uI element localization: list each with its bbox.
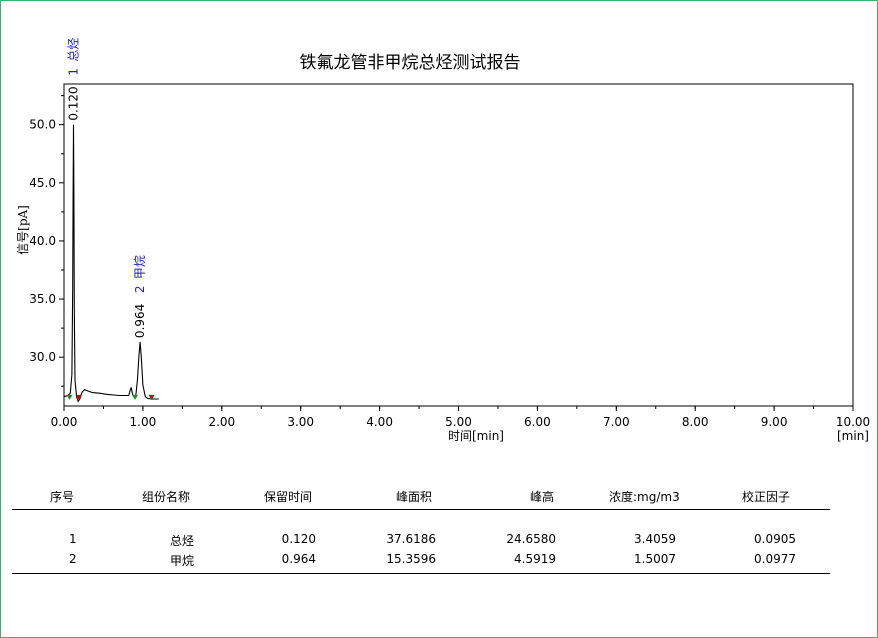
peak-name-label: 甲烷 — [133, 255, 147, 279]
baseline-marker — [132, 394, 139, 400]
cell-concentration: 1.5007 — [634, 552, 676, 566]
x-tick-label: 3.00 — [287, 415, 314, 429]
th-height: 峰高 — [530, 490, 555, 504]
x-tick-label: 0.00 — [51, 415, 78, 429]
x-tick-label: 9.00 — [761, 415, 788, 429]
y-tick-label: 50.0 — [29, 118, 56, 132]
x-axis-label: 时间[min] — [448, 429, 504, 443]
th-component: 组份名称 — [142, 490, 191, 504]
y-tick-label: 35.0 — [29, 292, 56, 306]
cell-factor: 0.0905 — [754, 532, 796, 546]
peak-retention-label: 0.964 — [133, 304, 147, 338]
cell-index: 2 — [69, 552, 77, 566]
table-row: 2 甲烷 0.964 15.3596 4.5919 1.5007 0.0977 — [12, 552, 830, 572]
th-retention: 保留时间 — [264, 490, 313, 504]
th-index: 序号 — [50, 490, 75, 504]
table-row: 1 总烃 0.120 37.6186 24.6580 3.4059 0.0905 — [12, 530, 830, 550]
peak-number-label: 1 — [66, 68, 80, 76]
cell-retention: 0.120 — [281, 532, 316, 546]
baseline-marker — [66, 394, 73, 400]
x-tick-label: 4.00 — [366, 415, 393, 429]
cell-height: 4.5919 — [514, 552, 556, 566]
peak-label-layer: 0.120 1 总烃 0.964 2 甲烷 — [66, 38, 147, 338]
cell-retention: 0.964 — [281, 552, 316, 566]
table-bottom-rule — [12, 573, 830, 574]
chromatogram-chart: 铁氟龙管非甲烷总烃测试报告 0.00 1.00 2.00 3.00 4.00 5.00 6.… — [16, 38, 870, 443]
cell-component: 总烃 — [170, 534, 195, 548]
x-tick-label: 7.00 — [603, 415, 630, 429]
peak-number-label: 2 — [133, 285, 147, 293]
cell-index: 1 — [69, 532, 77, 546]
y-tick-label: 40.0 — [29, 234, 56, 248]
peak-label: 0.120 1 总烃 — [66, 38, 80, 121]
x-tick-label: 10.00 — [836, 415, 870, 429]
table-header: 序号 组份名称 保留时间 峰面积 峰高 浓度:mg/m3 校正因子 — [12, 484, 830, 504]
axes-layer: 0.00 1.00 2.00 3.00 4.00 5.00 6.00 7.00 8.00 9.00… — [29, 95, 870, 429]
y-axis-label: 信号[pA] — [16, 205, 30, 255]
x-tick-label: 8.00 — [682, 415, 709, 429]
peak-retention-label: 0.120 — [66, 86, 80, 120]
cell-area: 37.6186 — [386, 532, 436, 546]
th-factor: 校正因子 — [742, 490, 791, 504]
plot-area — [63, 83, 854, 407]
peak-name-label: 总烃 — [66, 38, 80, 62]
x-tick-label: 1.00 — [130, 415, 157, 429]
y-tick-label: 30.0 — [29, 350, 56, 364]
cell-component: 甲烷 — [170, 554, 195, 568]
x-tick-label: 2.00 — [208, 415, 235, 429]
cell-height: 24.6580 — [506, 532, 556, 546]
cell-concentration: 3.4059 — [634, 532, 676, 546]
x-axis-unit: [min] — [837, 429, 869, 443]
th-area: 峰面积 — [396, 490, 433, 504]
table-header-rule — [12, 509, 830, 510]
peak-label: 0.964 2 甲烷 — [133, 255, 147, 338]
cell-factor: 0.0977 — [754, 552, 796, 566]
x-tick-label: 5.00 — [445, 415, 472, 429]
chart-title: 铁氟龙管非甲烷总烃测试报告 — [300, 53, 521, 73]
cell-area: 15.3596 — [386, 552, 436, 566]
x-tick-label: 6.00 — [524, 415, 551, 429]
th-concentration: 浓度:mg/m3 — [609, 490, 680, 504]
y-tick-label: 45.0 — [29, 176, 56, 190]
